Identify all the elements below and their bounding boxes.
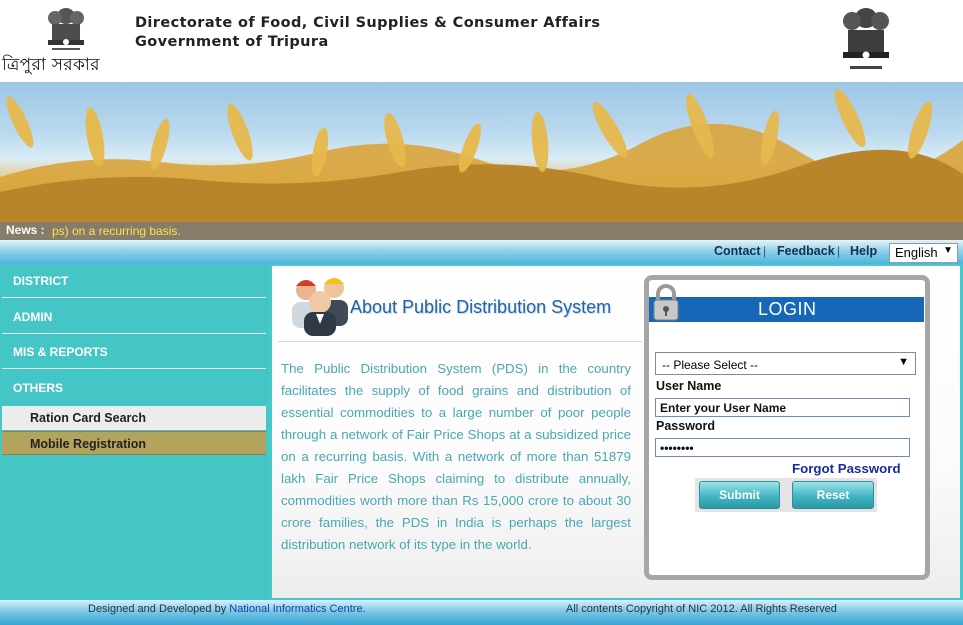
wheat-field-banner — [0, 82, 963, 222]
login-title: LOGIN — [758, 299, 817, 319]
state-name: ত্রিপুরা সরকার — [2, 55, 100, 75]
sidebar: DISTRICT ADMIN MIS & REPORTS OTHERS Rati… — [0, 264, 268, 600]
chevron-down-icon: ▼ — [898, 356, 909, 368]
language-select[interactable]: English ▼ — [889, 243, 958, 263]
nav-separator: | — [763, 244, 767, 258]
department-title: Directorate of Food, Civil Supplies & Co… — [135, 15, 601, 31]
sidebar-subitem-label: Ration Card Search — [30, 411, 147, 425]
sidebar-item-label: DISTRICT — [13, 274, 69, 288]
footer-copyright: All contents Copyright of NIC 2012. All … — [566, 603, 837, 615]
password-field[interactable]: •••••••• — [655, 438, 910, 457]
password-label: Password — [656, 419, 716, 433]
sidebar-subitem-label: Mobile Registration — [30, 437, 146, 451]
news-label: News : — [6, 223, 45, 237]
sidebar-subitem-mobile-registration[interactable]: Mobile Registration — [2, 431, 266, 455]
language-select-value: English — [895, 245, 938, 260]
national-emblem-icon — [38, 4, 94, 54]
sidebar-subitem-ration-card-search[interactable]: Ration Card Search — [2, 406, 266, 430]
lock-icon — [651, 284, 681, 327]
sidebar-item-label: MIS & REPORTS — [13, 345, 108, 359]
sidebar-item-label: ADMIN — [13, 310, 53, 324]
footer-credit: Designed and Developed by National Infor… — [88, 603, 366, 615]
news-text[interactable]: ps) on a recurring basis. — [52, 224, 181, 238]
username-field[interactable]: Enter your User Name — [655, 398, 910, 417]
sidebar-item-others[interactable]: OTHERS — [2, 371, 266, 405]
chevron-down-icon: ▼ — [943, 245, 953, 256]
sidebar-item-mis-reports[interactable]: MIS & REPORTS — [2, 335, 266, 369]
about-pds-title: About Public Distribution System — [350, 297, 612, 317]
nic-link[interactable]: National Informatics Centre. — [229, 603, 365, 615]
sidebar-item-admin[interactable]: ADMIN — [2, 300, 266, 334]
reset-button[interactable]: Reset — [792, 481, 874, 509]
news-ticker: News : ps) on a recurring basis. — [0, 222, 963, 240]
department-subtitle: Government of Tripura — [135, 34, 329, 50]
role-select[interactable]: -- Please Select -- ▼ — [655, 352, 916, 375]
feedback-link[interactable]: Feedback — [777, 244, 835, 258]
top-navigation: Contact | Feedback | Help — [0, 240, 963, 264]
divider — [278, 341, 642, 342]
footer-credit-prefix: Designed and Developed by — [88, 603, 227, 615]
national-emblem-icon — [832, 4, 900, 76]
about-pds-text: The Public Distribution System (PDS) in … — [281, 361, 631, 552]
people-icon — [286, 272, 354, 343]
forgot-password-link[interactable]: Forgot Password — [792, 461, 901, 476]
contact-link[interactable]: Contact — [714, 244, 761, 258]
username-label: User Name — [656, 379, 722, 393]
role-select-value: -- Please Select -- — [662, 358, 759, 372]
help-link[interactable]: Help — [850, 244, 877, 258]
submit-button[interactable]: Submit — [699, 481, 780, 509]
nav-separator: | — [837, 244, 841, 258]
site-header: ত্রিপুরা সরকার Directorate of Food, Civi… — [0, 0, 963, 82]
sidebar-item-district[interactable]: DISTRICT — [2, 264, 266, 298]
sidebar-item-label: OTHERS — [13, 381, 64, 395]
